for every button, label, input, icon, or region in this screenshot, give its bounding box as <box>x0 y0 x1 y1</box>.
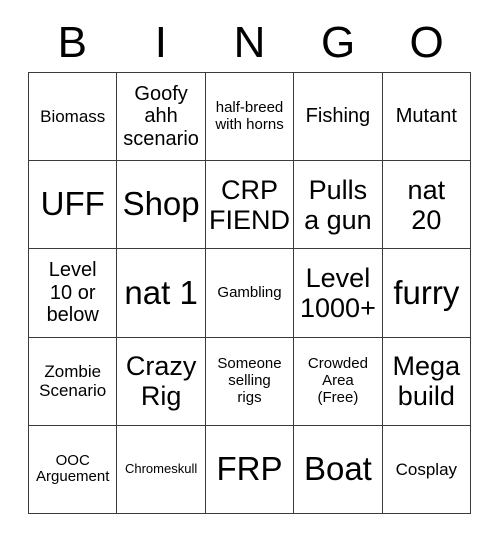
bingo-cell-label: Level 10 or below <box>46 259 99 327</box>
bingo-cell[interactable]: nat 1 <box>117 249 206 338</box>
bingo-row: Biomass Goofy ahh scenario half-breed wi… <box>29 73 472 162</box>
bingo-cell-label: Chromeskull <box>124 461 198 477</box>
bingo-cell[interactable]: Mega build <box>382 337 472 426</box>
bingo-cell-label: Crazy Rig <box>125 350 197 412</box>
bingo-cell-label: half-breed with horns <box>215 98 284 133</box>
bingo-row: Zombie Scenario Crazy Rig Someone sellin… <box>29 337 472 426</box>
bingo-row: UFF Shop CRP FIEND Pulls a gun nat 20 <box>29 161 472 250</box>
bingo-cell[interactable]: Level 10 or below <box>29 249 118 338</box>
bingo-cell[interactable]: Fishing <box>294 73 383 162</box>
bingo-cell-label: Someone selling rigs <box>217 355 282 406</box>
bingo-cell[interactable]: Shop <box>117 161 206 250</box>
bingo-cell-label: Level 1000+ <box>300 262 376 323</box>
bingo-cell[interactable]: UFF <box>29 161 118 250</box>
bingo-cell-label: Gambling <box>217 283 282 301</box>
bingo-grid: Biomass Goofy ahh scenario half-breed wi… <box>28 72 472 515</box>
header-letter-o: O <box>409 18 444 67</box>
bingo-card: B I N G O Biomass Goofy ahh scenario hal… <box>0 0 500 544</box>
bingo-cell-label: Biomass <box>40 107 106 127</box>
bingo-cell[interactable]: FRP <box>205 425 295 515</box>
bingo-cell[interactable]: Boat <box>294 425 383 515</box>
header-letter-g: G <box>320 18 356 67</box>
bingo-cell-label: nat 20 <box>407 174 446 235</box>
bingo-cell-label: furry <box>393 273 460 311</box>
bingo-cell[interactable]: Crowded Area (Free) <box>294 337 383 426</box>
bingo-cell-label: Mega build <box>392 350 461 412</box>
bingo-cell[interactable]: Chromeskull <box>117 425 206 515</box>
bingo-cell-label: CRP FIEND <box>209 174 291 235</box>
bingo-cell[interactable]: Zombie Scenario <box>29 337 118 426</box>
bingo-cell-label: Shop <box>122 185 200 223</box>
bingo-cell-label: Goofy ahh scenario <box>123 83 199 150</box>
bingo-header-row: B I N G O <box>28 14 471 72</box>
bingo-cell[interactable]: Biomass <box>29 73 118 162</box>
bingo-cell[interactable]: Level 1000+ <box>294 249 383 338</box>
bingo-cell-label: Zombie Scenario <box>39 362 107 401</box>
bingo-cell[interactable]: half-breed with horns <box>205 73 295 162</box>
bingo-cell[interactable]: Mutant <box>382 73 472 162</box>
bingo-cell[interactable]: furry <box>382 249 472 338</box>
bingo-cell[interactable]: Crazy Rig <box>117 337 206 426</box>
header-letter-n: N <box>233 18 266 67</box>
bingo-cell-label: UFF <box>40 185 105 223</box>
bingo-cell[interactable]: Cosplay <box>382 425 472 515</box>
bingo-cell-label: Fishing <box>305 105 371 128</box>
bingo-cell[interactable]: nat 20 <box>382 161 472 250</box>
bingo-cell-label: FRP <box>216 449 283 487</box>
bingo-cell-label: nat 1 <box>124 273 198 311</box>
bingo-row: Level 10 or below nat 1 Gambling Level 1… <box>29 249 472 338</box>
bingo-cell[interactable]: Goofy ahh scenario <box>117 73 206 162</box>
header-letter-b: B <box>57 18 87 67</box>
header-letter-i: I <box>154 18 167 67</box>
bingo-cell[interactable]: Someone selling rigs <box>205 337 295 426</box>
bingo-cell[interactable]: OOC Arguement <box>29 425 118 515</box>
bingo-cell-label: Pulls a gun <box>304 174 372 235</box>
bingo-cell-label: Cosplay <box>395 459 458 479</box>
bingo-cell[interactable]: Pulls a gun <box>294 161 383 250</box>
bingo-cell-label: OOC Arguement <box>36 451 110 486</box>
bingo-cell[interactable]: Gambling <box>205 249 295 338</box>
bingo-cell[interactable]: CRP FIEND <box>205 161 295 250</box>
bingo-cell-label: Mutant <box>395 105 457 128</box>
bingo-cell-label: Boat <box>303 449 372 487</box>
bingo-row: OOC Arguement Chromeskull FRP Boat Cospl… <box>29 425 472 515</box>
bingo-cell-label: Crowded Area (Free) <box>307 355 368 406</box>
